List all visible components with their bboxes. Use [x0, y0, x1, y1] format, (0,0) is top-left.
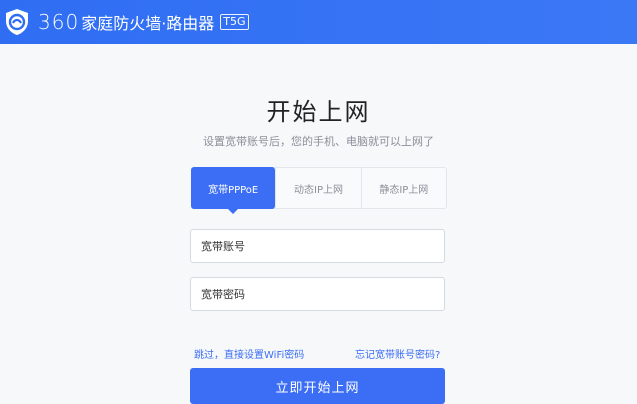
brand: 360 家庭防火墙·路由器 T5G: [38, 10, 249, 34]
tab-static-ip[interactable]: 静态IP上网: [360, 168, 446, 208]
brand-number: 360: [38, 10, 80, 34]
page-title: 开始上网: [266, 98, 371, 126]
connection-type-tabs: 宽带PPPoE 动态IP上网 静态IP上网: [191, 167, 447, 214]
brand-name: 家庭防火墙·路由器: [81, 14, 215, 33]
forgot-account-link[interactable]: 忘记宽带账号密码?: [355, 346, 440, 361]
top-header: 360 家庭防火墙·路由器 T5G: [0, 0, 637, 44]
model-badge: T5G: [220, 14, 249, 30]
tab-pppoe[interactable]: 宽带PPPoE: [191, 167, 276, 214]
broadband-password-input[interactable]: [190, 277, 445, 311]
shield-logo-icon: [6, 9, 28, 35]
skip-to-wifi-link[interactable]: 跳过，直接设置WiFi密码: [194, 346, 304, 361]
broadband-account-input[interactable]: [190, 229, 445, 263]
page-subtitle: 设置宽带账号后，您的手机、电脑就可以上网了: [203, 135, 434, 148]
start-internet-button[interactable]: 立即开始上网: [190, 368, 445, 404]
tab-dynamic-ip[interactable]: 动态IP上网: [275, 168, 360, 208]
